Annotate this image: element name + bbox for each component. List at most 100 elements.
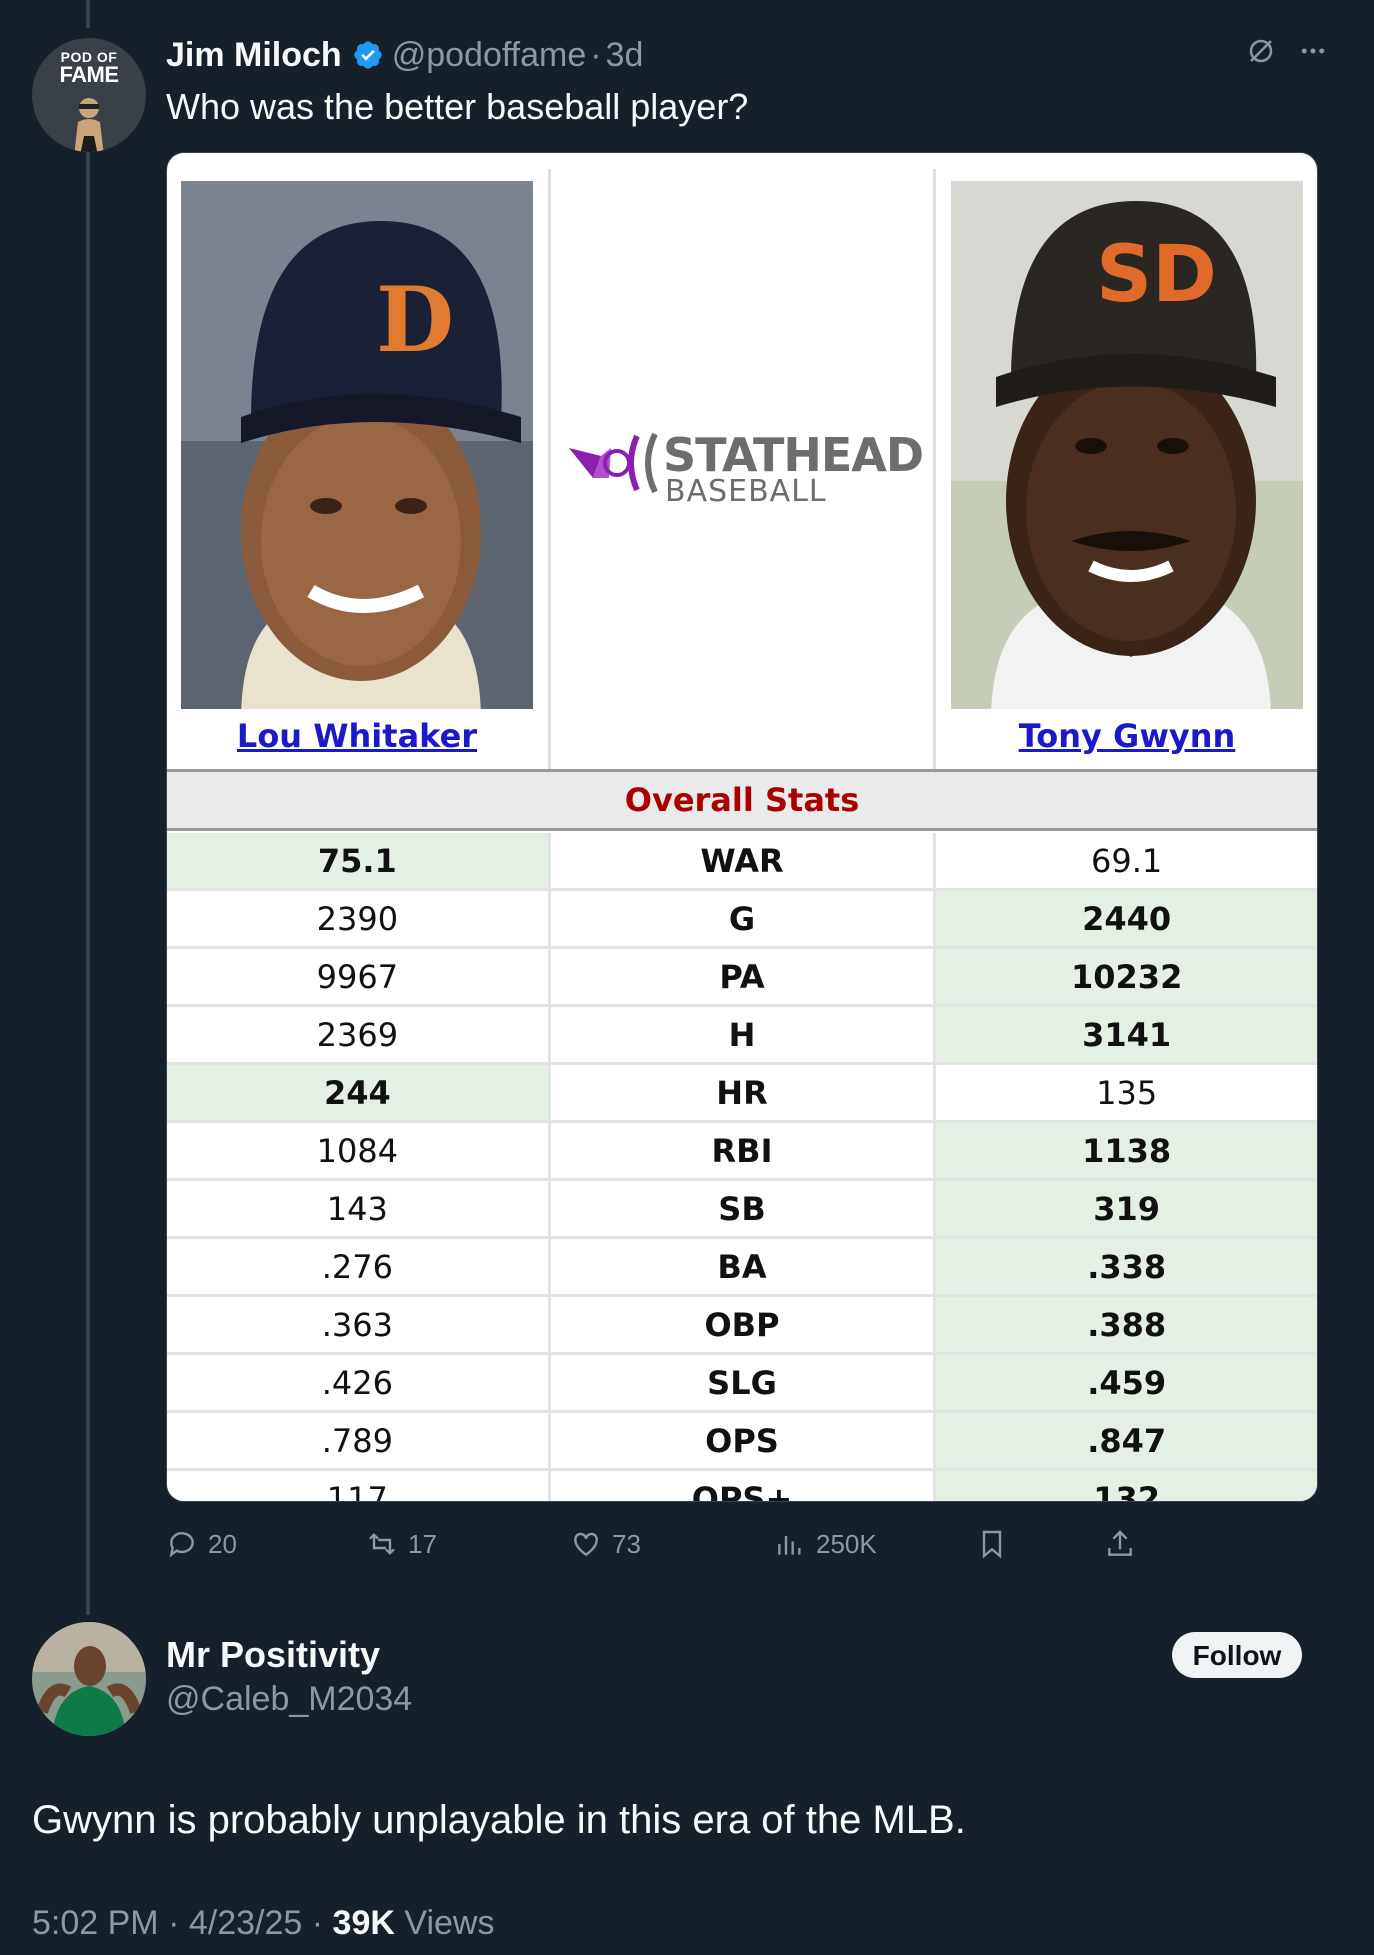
left-player-photo: D — [181, 181, 533, 709]
left-stat-value: 2390 — [167, 891, 548, 946]
stat-label: OBP — [547, 1297, 937, 1352]
reply-icon — [169, 1532, 194, 1558]
left-stat-value: .426 — [167, 1355, 548, 1410]
stathead-logo: STATHEAD BASEBALL — [567, 428, 927, 509]
svg-text:D: D — [376, 267, 454, 373]
stat-row: 9967 PA 10232 — [167, 949, 1317, 1007]
stat-label: SB — [547, 1181, 937, 1236]
header-separator: · — [590, 35, 602, 74]
views-count: 250K — [816, 1528, 877, 1559]
left-stat-value: 75.1 — [167, 833, 548, 888]
stat-label: BA — [547, 1239, 937, 1294]
right-stat-value: 69.1 — [936, 833, 1317, 888]
reply-date[interactable]: 4/23/25 — [189, 1904, 302, 1942]
meta-separator: · — [311, 1904, 324, 1942]
left-stat-value: 244 — [167, 1065, 548, 1120]
verified-badge-icon[interactable] — [352, 39, 384, 71]
left-stat-value: 9967 — [167, 949, 548, 1004]
reply-text: Gwynn is probably unplayable in this era… — [32, 1798, 966, 1842]
stat-label: H — [547, 1007, 937, 1062]
thread-line-top — [86, 0, 90, 28]
tweet-image[interactable]: D Lou Whitaker STATHEAD BASEBALL SD Tony… — [166, 152, 1318, 1502]
views-icon — [778, 1536, 801, 1555]
left-stat-value: 143 — [167, 1181, 548, 1236]
reply-views-count: 39K — [332, 1904, 395, 1942]
tweet-header: Jim Miloch @podoffame · 3d — [166, 36, 643, 74]
reply-time[interactable]: 5:02 PM — [32, 1904, 159, 1942]
reply-author-name[interactable]: Mr Positivity — [166, 1634, 380, 1676]
reply-author-handle[interactable]: @Caleb_M2034 — [166, 1680, 412, 1719]
right-player-link[interactable]: Tony Gwynn — [951, 717, 1303, 755]
stat-row: 117 OPS+ 132 — [167, 1471, 1317, 1501]
tweet-time[interactable]: 3d — [606, 36, 644, 75]
tweet-actions: 20 17 73 250K — [166, 1522, 1316, 1566]
right-stat-value: .847 — [936, 1413, 1317, 1468]
follow-button[interactable]: Follow — [1172, 1632, 1302, 1678]
section-title: Overall Stats — [167, 769, 1317, 831]
left-stat-value: .789 — [167, 1413, 548, 1468]
stat-label: SLG — [547, 1355, 937, 1410]
author-name[interactable]: Jim Miloch — [166, 36, 342, 75]
more-icon[interactable] — [1298, 36, 1328, 66]
like-count: 73 — [612, 1528, 641, 1559]
stat-row: 2390 G 2440 — [167, 891, 1317, 949]
like-icon — [574, 1532, 598, 1557]
left-stat-value: .276 — [167, 1239, 548, 1294]
reply-views-label: Views — [404, 1904, 495, 1942]
share-icon — [1108, 1530, 1132, 1556]
right-stat-value: 3141 — [936, 1007, 1317, 1062]
stat-row: .426 SLG .459 — [167, 1355, 1317, 1413]
svg-text:SD: SD — [1096, 230, 1217, 320]
author-handle[interactable]: @podoffame — [392, 36, 587, 75]
stat-row: .363 OBP .388 — [167, 1297, 1317, 1355]
author-avatar[interactable]: POD OF FAME — [32, 38, 146, 152]
bookmark-icon — [982, 1530, 1002, 1559]
stat-label: HR — [547, 1065, 937, 1120]
avatar-logo: POD OF FAME — [59, 49, 119, 87]
right-stat-value: 135 — [936, 1065, 1317, 1120]
stathead-logo-subtext: BASEBALL — [665, 474, 827, 509]
views-button[interactable]: 250K — [774, 1522, 877, 1566]
stat-row: 75.1 WAR 69.1 — [167, 833, 1317, 891]
column-divider — [933, 169, 936, 769]
left-player-link[interactable]: Lou Whitaker — [181, 717, 533, 755]
right-stat-value: .459 — [936, 1355, 1317, 1410]
column-divider — [548, 169, 551, 769]
stat-row: 2369 H 3141 — [167, 1007, 1317, 1065]
tweet-header-icons — [1246, 36, 1328, 66]
stathead-logo-mark — [569, 432, 658, 494]
tweet-text: Who was the better baseball player? — [166, 86, 749, 127]
right-stat-value: 10232 — [936, 949, 1317, 1004]
left-stat-value: .363 — [167, 1297, 548, 1352]
repost-button[interactable]: 17 — [366, 1522, 437, 1566]
stat-row: .276 BA .338 — [167, 1239, 1317, 1297]
reply-button[interactable]: 20 — [166, 1522, 237, 1566]
right-stat-value: .338 — [936, 1239, 1317, 1294]
stat-label: OPS+ — [547, 1471, 937, 1501]
reply-author-avatar[interactable] — [32, 1622, 146, 1736]
right-stat-value: 1138 — [936, 1123, 1317, 1178]
grok-icon[interactable] — [1246, 36, 1276, 66]
stat-label: PA — [547, 949, 937, 1004]
right-stat-value: 132 — [936, 1471, 1317, 1501]
stat-row: 244 HR 135 — [167, 1065, 1317, 1123]
left-stat-value: 2369 — [167, 1007, 548, 1062]
repost-icon — [369, 1532, 395, 1556]
right-stat-value: .388 — [936, 1297, 1317, 1352]
like-button[interactable]: 73 — [570, 1522, 641, 1566]
share-button[interactable] — [1104, 1522, 1136, 1566]
stat-label: WAR — [547, 833, 937, 888]
stat-row: 143 SB 319 — [167, 1181, 1317, 1239]
bookmark-button[interactable] — [976, 1522, 1008, 1566]
repost-count: 17 — [408, 1528, 437, 1559]
right-player-photo: SD — [951, 181, 1303, 709]
stat-row: 1084 RBI 1138 — [167, 1123, 1317, 1181]
right-stat-value: 319 — [936, 1181, 1317, 1236]
right-stat-value: 2440 — [936, 891, 1317, 946]
avatar-figure — [74, 98, 104, 152]
reply-metadata: 5:02 PM · 4/23/25 · 39K Views — [32, 1904, 494, 1943]
reply-count: 20 — [208, 1528, 237, 1559]
stat-label: G — [547, 891, 937, 946]
stat-label: OPS — [547, 1413, 937, 1468]
thread-line — [86, 150, 90, 1615]
